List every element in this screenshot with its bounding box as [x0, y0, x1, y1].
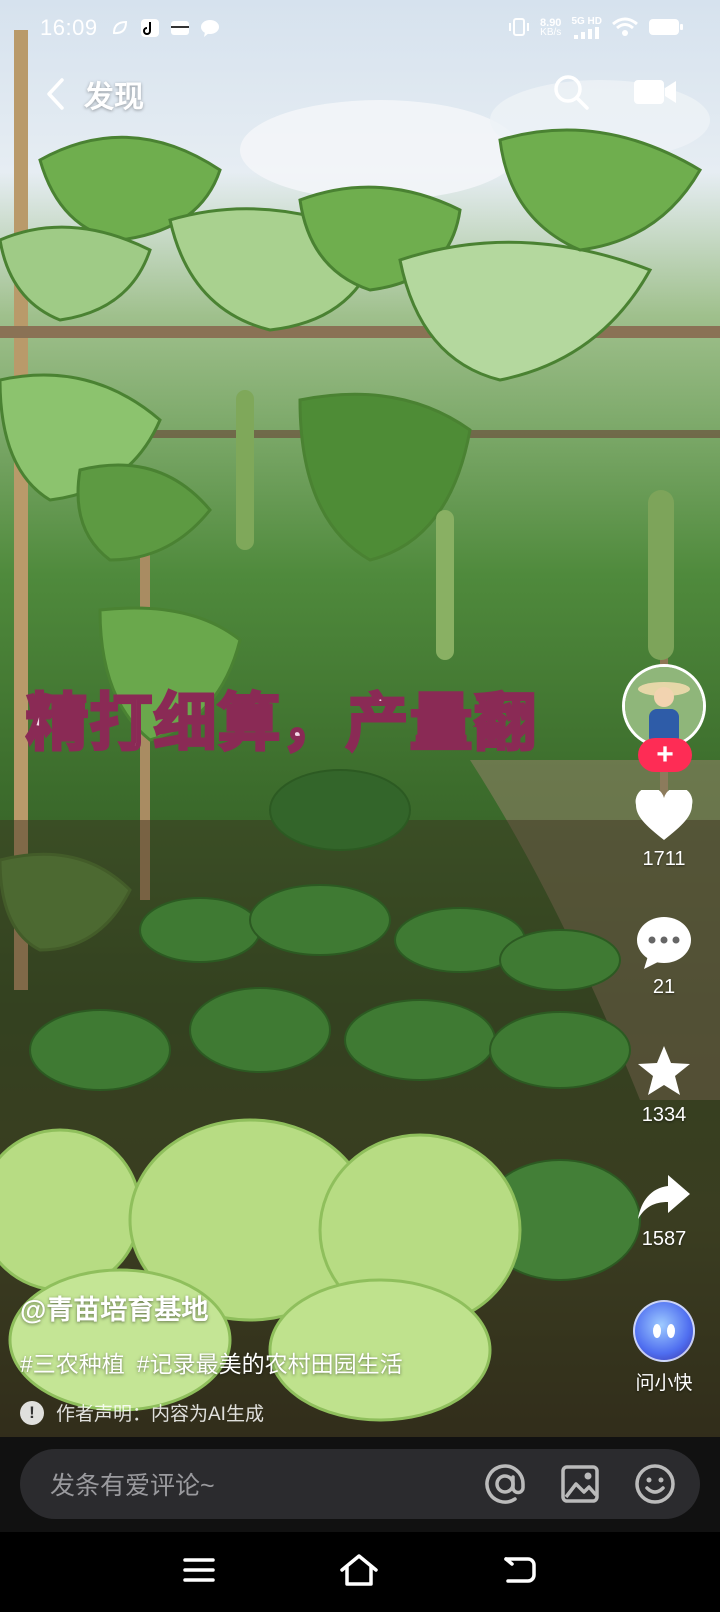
author-declaration: ! 作者声明：内容为AI生成: [20, 1399, 600, 1426]
wifi-icon: [612, 17, 638, 40]
star-icon: [638, 1046, 690, 1095]
heart-icon: [635, 790, 693, 840]
at-sign-icon: [485, 1464, 525, 1504]
hashtag-link[interactable]: #三农种植: [20, 1351, 125, 1377]
author-handle[interactable]: @青苗培育基地: [20, 1288, 600, 1327]
post-info: @青苗培育基地 #三农种植 #记录最美的农村田园生活 ! 作者声明：内容为AI生成: [20, 1288, 600, 1426]
net-speed-unit: KB/s: [540, 27, 562, 38]
author-avatar[interactable]: [622, 664, 706, 748]
share-arrow-icon: [638, 1175, 690, 1219]
favorite-action[interactable]: 1334: [622, 1044, 706, 1127]
search-icon: [554, 74, 589, 110]
share-count: 1587: [641, 1228, 687, 1250]
emoji-button[interactable]: [634, 1463, 676, 1505]
camera-button[interactable]: [634, 77, 676, 112]
tiktok-app-icon: [140, 18, 160, 38]
declaration-text: 作者声明：内容为AI生成: [56, 1404, 264, 1425]
comment-action[interactable]: 21: [622, 916, 706, 999]
follow-button[interactable]: +: [638, 738, 692, 772]
image-button[interactable]: [560, 1464, 600, 1504]
favorite-count: 1334: [641, 1104, 687, 1126]
status-notification-icons: [110, 18, 220, 38]
status-time: 16:09: [40, 15, 98, 40]
vibrate-icon: [508, 17, 530, 40]
menu-lines-icon: [182, 1557, 215, 1582]
like-action[interactable]: 1711: [622, 790, 706, 871]
like-count: 1711: [642, 848, 686, 870]
return-arrow-icon: [504, 1556, 537, 1583]
comment-input[interactable]: 发条有爱评论~: [20, 1449, 700, 1519]
nav-actions: [552, 73, 676, 116]
search-button[interactable]: [552, 73, 590, 116]
exclamation-icon: !: [20, 1400, 44, 1425]
system-navigation-bar: [0, 1532, 720, 1612]
hashtag-list: #三农种植 #记录最美的农村田园生活: [20, 1345, 600, 1379]
hashtag-link[interactable]: #记录最美的农村田园生活: [137, 1351, 403, 1377]
message-app-icon: [200, 18, 220, 38]
status-system-icons: 8.90 KB/s 5G HD: [508, 17, 684, 40]
recent-apps-button[interactable]: [182, 1556, 216, 1589]
battery-icon: [648, 17, 684, 40]
comment-bubble-icon: [637, 917, 691, 969]
ask-assistant-action[interactable]: 问小快: [622, 1300, 706, 1395]
leaf-app-icon: [110, 18, 130, 38]
smiley-icon: [635, 1464, 675, 1504]
share-action[interactable]: 1587: [622, 1172, 706, 1251]
video-camera-icon: [634, 79, 676, 104]
status-bar: 16:09 8.90 KB/s 5G HD: [0, 0, 720, 56]
ask-label: 问小快: [635, 1373, 693, 1394]
back-system-button[interactable]: [502, 1555, 538, 1590]
avatar-image: [625, 667, 703, 745]
mention-button[interactable]: [484, 1463, 526, 1505]
chevron-left-icon: [47, 78, 64, 110]
page-title: 发现: [84, 81, 144, 114]
signal-indicator: 5G HD: [571, 17, 602, 39]
network-type: 5G HD: [571, 16, 602, 27]
comment-bar: 发条有爱评论~: [0, 1437, 720, 1532]
comment-placeholder: 发条有爱评论~: [50, 1472, 215, 1500]
video-caption-container: 精打细算，产量翻: [0, 660, 640, 761]
image-icon: [561, 1465, 599, 1503]
card-app-icon: [170, 18, 190, 38]
home-button[interactable]: [339, 1553, 379, 1592]
home-icon: [340, 1553, 378, 1586]
top-navigation: 发现: [0, 70, 720, 118]
comment-tools: [484, 1463, 676, 1505]
back-button[interactable]: [44, 74, 74, 114]
video-caption: 精打细算，产量翻: [24, 685, 539, 761]
net-speed: 8.90 KB/s: [540, 18, 561, 38]
ai-assistant-icon: [633, 1300, 695, 1362]
signal-bars-icon: [573, 27, 599, 39]
comment-count: 21: [652, 976, 676, 998]
